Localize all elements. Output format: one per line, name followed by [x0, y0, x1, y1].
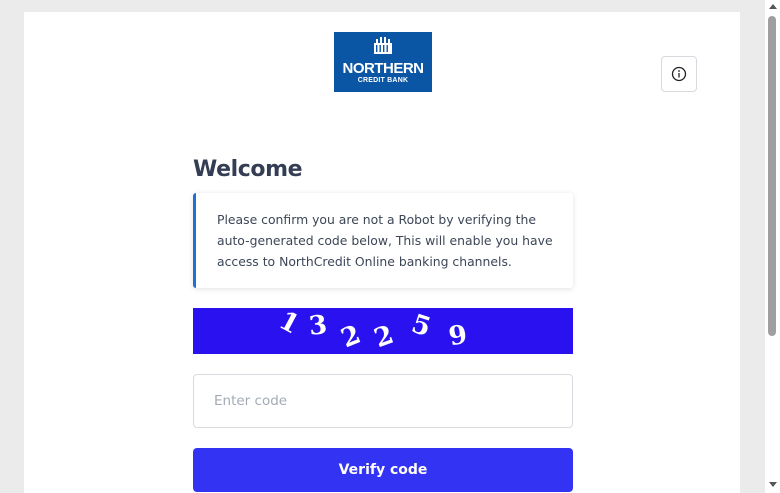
info-button[interactable] [661, 56, 697, 92]
scrollbar-thumb[interactable] [768, 16, 776, 336]
captcha-char: 1 [274, 308, 305, 341]
captcha-char: 5 [407, 308, 435, 344]
captcha-image: 1 3 2 2 5 9 [193, 308, 573, 354]
page-scrollbar[interactable] [765, 0, 780, 493]
building-icon [374, 37, 392, 54]
logo-subtitle: CREDIT BANK [357, 77, 409, 84]
logo-name: NORTHERN [342, 60, 425, 77]
robot-verification-notice: Please confirm you are not a Robot by ve… [193, 193, 573, 288]
scroll-up-arrow-icon[interactable] [769, 4, 777, 9]
captcha-char: 9 [446, 319, 470, 353]
captcha-char: 3 [307, 310, 329, 342]
captcha-char: 2 [337, 319, 366, 354]
scroll-down-arrow-icon[interactable] [769, 482, 777, 487]
info-circle-icon [671, 66, 687, 82]
page-container: NORTHERN CREDIT BANK Welcome Please conf… [24, 12, 740, 493]
notice-text: Please confirm you are not a Robot by ve… [217, 212, 553, 269]
northern-credit-bank-logo: NORTHERN CREDIT BANK [334, 32, 432, 92]
welcome-heading: Welcome [193, 157, 303, 182]
verify-code-button[interactable]: Verify code [193, 448, 573, 492]
captcha-char: 2 [370, 319, 398, 354]
code-input[interactable] [193, 374, 573, 428]
